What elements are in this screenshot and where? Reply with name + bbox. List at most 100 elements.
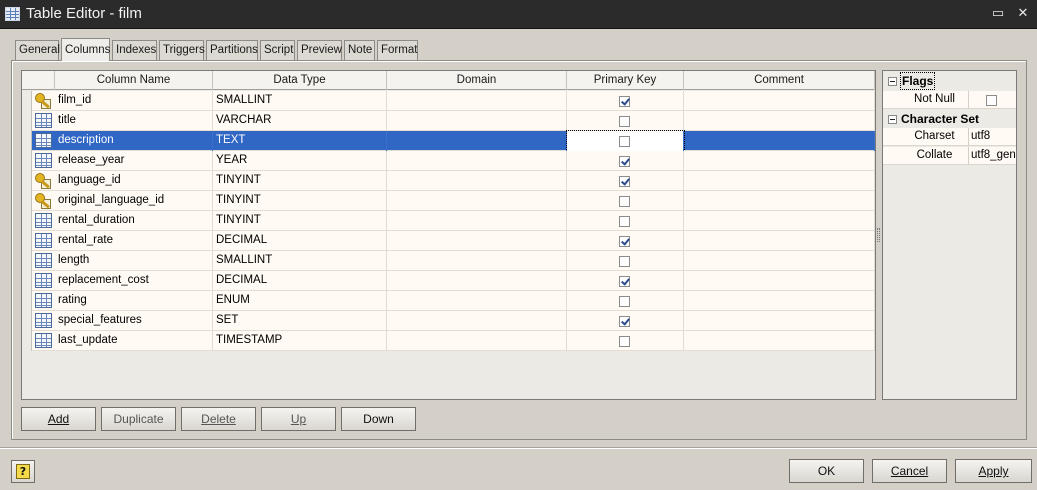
cell-primary-key[interactable] [567,191,684,211]
cell-primary-key[interactable] [567,291,684,311]
cell-type[interactable]: SMALLINT [213,251,387,271]
delete-button[interactable]: Delete [181,407,256,431]
cell-domain[interactable] [387,131,567,151]
cell-domain[interactable] [387,171,567,191]
table-row[interactable]: replacement_cost DECIMAL [22,271,875,291]
cell-primary-key[interactable] [567,111,684,131]
cell-name[interactable]: description [55,131,213,151]
cell-type[interactable]: DECIMAL [213,271,387,291]
up-button[interactable]: Up [261,407,336,431]
cell-type[interactable]: SET [213,311,387,331]
cell-name[interactable]: length [55,251,213,271]
row-indicator[interactable] [22,231,32,251]
header-data-type[interactable]: Data Type [213,71,387,90]
cell-domain[interactable] [387,291,567,311]
tab-indexes[interactable]: Indexes [112,40,157,60]
primary-key-checkbox[interactable] [619,136,630,147]
cell-primary-key[interactable] [567,171,684,191]
cell-name[interactable]: rental_rate [55,231,213,251]
primary-key-checkbox[interactable] [619,116,630,127]
cell-type[interactable]: YEAR [213,151,387,171]
cell-primary-key[interactable] [567,231,684,251]
cell-name[interactable]: rating [55,291,213,311]
cell-comment[interactable] [684,251,875,271]
cell-name[interactable]: original_language_id [55,191,213,211]
row-indicator[interactable] [22,291,32,311]
cell-primary-key[interactable] [567,251,684,271]
row-indicator[interactable] [22,171,32,191]
cell-type[interactable]: TINYINT [213,191,387,211]
charset-row[interactable]: Charset utf8 [883,128,1016,146]
cell-comment[interactable] [684,151,875,171]
tab-partitions[interactable]: Partitions [206,40,258,60]
cell-domain[interactable] [387,251,567,271]
tab-triggers[interactable]: Triggers [159,40,205,60]
not-null-row[interactable]: Not Null [883,91,1016,109]
cell-comment[interactable] [684,331,875,351]
cell-name[interactable]: last_update [55,331,213,351]
cell-type[interactable]: ENUM [213,291,387,311]
cell-type[interactable]: TIMESTAMP [213,331,387,351]
table-row[interactable]: title VARCHAR [22,111,875,131]
cell-comment[interactable] [684,291,875,311]
cell-type[interactable]: TINYINT [213,171,387,191]
cell-domain[interactable] [387,211,567,231]
row-indicator[interactable] [22,111,32,131]
apply-button[interactable]: Apply [955,459,1032,483]
cell-type[interactable]: DECIMAL [213,231,387,251]
collapse-icon[interactable] [888,77,897,86]
row-indicator[interactable] [22,251,32,271]
cell-name[interactable]: title [55,111,213,131]
cell-primary-key[interactable] [566,130,685,152]
cancel-button[interactable]: Cancel [872,459,947,483]
cell-comment[interactable] [684,91,875,111]
cell-name[interactable]: rental_duration [55,211,213,231]
table-row[interactable]: original_language_id TINYINT [22,191,875,211]
primary-key-checkbox[interactable] [619,336,630,347]
header-comment[interactable]: Comment [684,71,875,90]
cell-comment[interactable] [684,171,875,191]
flags-group[interactable]: Flags [883,72,1016,90]
table-row[interactable]: rental_rate DECIMAL [22,231,875,251]
character-set-group[interactable]: Character Set [883,110,1016,128]
table-row[interactable]: special_features SET [22,311,875,331]
primary-key-checkbox[interactable] [619,196,630,207]
cell-type[interactable]: SMALLINT [213,91,387,111]
header-column-name[interactable]: Column Name [55,71,213,90]
cell-domain[interactable] [387,231,567,251]
tab-note[interactable]: Note [344,40,375,60]
tab-columns[interactable]: Columns [61,38,110,61]
row-indicator[interactable] [22,191,32,211]
table-row[interactable]: release_year YEAR [22,151,875,171]
table-row[interactable]: rating ENUM [22,291,875,311]
cell-domain[interactable] [387,191,567,211]
cell-comment[interactable] [684,211,875,231]
charset-value[interactable]: utf8 [971,128,1016,146]
primary-key-checkbox[interactable] [619,176,630,187]
row-indicator[interactable] [22,151,32,171]
primary-key-checkbox[interactable] [619,316,630,327]
row-indicator[interactable] [22,331,32,351]
primary-key-checkbox[interactable] [619,216,630,227]
cell-primary-key[interactable] [567,91,684,111]
row-indicator[interactable] [22,131,32,151]
cell-comment[interactable] [684,131,875,151]
table-row[interactable]: last_update TIMESTAMP [22,331,875,351]
row-indicator[interactable] [22,311,32,331]
cell-primary-key[interactable] [567,311,684,331]
cell-name[interactable]: release_year [55,151,213,171]
primary-key-checkbox[interactable] [619,156,630,167]
primary-key-checkbox[interactable] [619,96,630,107]
duplicate-button[interactable]: Duplicate [101,407,176,431]
cell-primary-key[interactable] [567,331,684,351]
cell-type[interactable]: TINYINT [213,211,387,231]
tab-general[interactable]: General [15,40,60,60]
cell-name[interactable]: replacement_cost [55,271,213,291]
cell-primary-key[interactable] [567,271,684,291]
tab-preview[interactable]: Preview [297,40,342,60]
row-indicator[interactable] [22,271,32,291]
table-row[interactable]: language_id TINYINT [22,171,875,191]
cell-domain[interactable] [387,311,567,331]
primary-key-checkbox[interactable] [619,236,630,247]
cell-comment[interactable] [684,191,875,211]
